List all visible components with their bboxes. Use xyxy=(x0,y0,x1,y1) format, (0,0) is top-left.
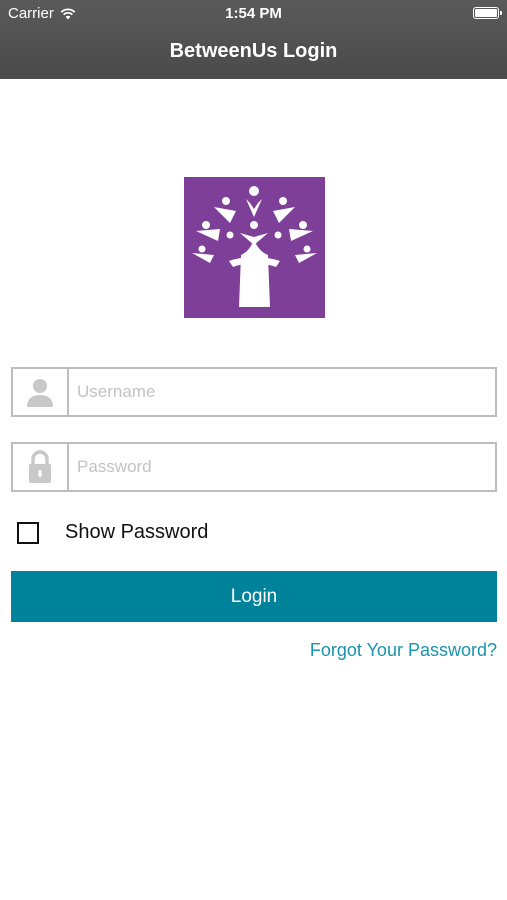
lock-icon-box xyxy=(13,444,69,490)
status-bar: Carrier 1:54 PM xyxy=(0,0,507,28)
user-icon-box xyxy=(13,369,69,415)
navigation-bar: Carrier 1:54 PM BetweenUs Login xyxy=(0,0,507,79)
status-time: 1:54 PM xyxy=(225,5,282,22)
show-password-label: Show Password xyxy=(65,521,209,543)
user-icon xyxy=(27,379,53,407)
username-field[interactable] xyxy=(11,367,497,417)
password-field[interactable] xyxy=(11,442,497,492)
username-input[interactable] xyxy=(77,369,487,415)
page-title: BetweenUs Login xyxy=(169,40,338,62)
login-button[interactable]: Login xyxy=(11,571,497,622)
forgot-password-link[interactable]: Forgot Your Password? xyxy=(310,640,497,661)
show-password-checkbox[interactable] xyxy=(17,521,39,544)
lock-icon xyxy=(29,450,51,483)
password-input[interactable] xyxy=(77,444,487,490)
betweenus-tree-logo xyxy=(184,177,325,318)
show-password-row[interactable]: Show Password xyxy=(17,521,208,544)
battery-icon xyxy=(473,7,502,19)
